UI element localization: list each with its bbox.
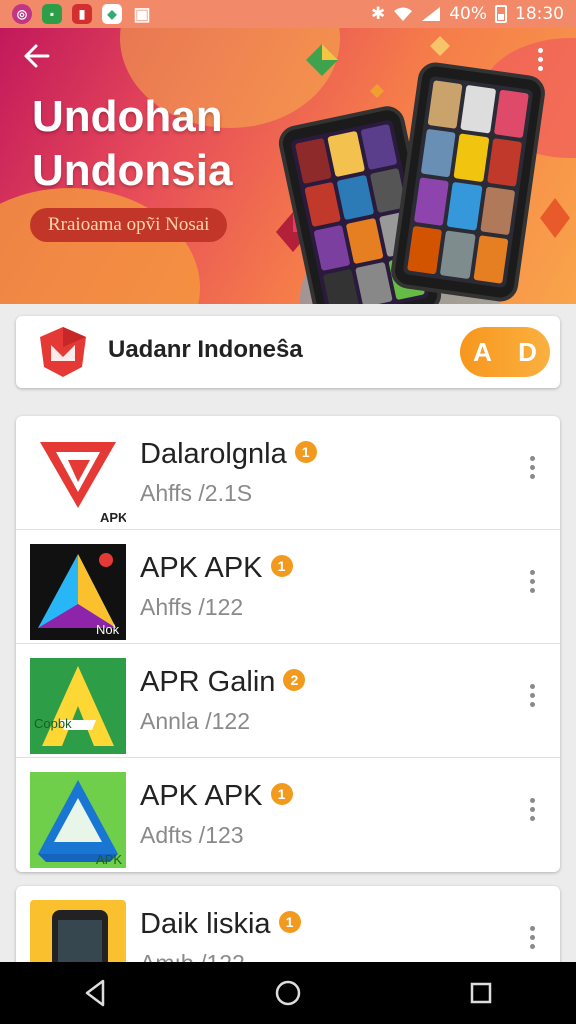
list-item-badge: 1 [270, 783, 293, 806]
list-item-subtitle: Ahffs /122 [140, 594, 244, 620]
item-overflow-menu-icon[interactable] [530, 798, 536, 825]
nav-home-icon[interactable] [274, 979, 302, 1007]
list-item[interactable]: Nok APK APK 1 Ahffs /122 [16, 530, 560, 644]
hero-title: Undohan Undonsia [32, 90, 232, 198]
phone-illustration [388, 60, 548, 304]
app-logo-icon [40, 327, 86, 377]
green-a-icon: Copbk [30, 658, 126, 754]
red-apk-icon: APK [40, 442, 126, 525]
blue-green-a-icon: APK [30, 772, 126, 868]
red-app-icon: ▮ [72, 4, 92, 24]
list-item-title-text: APR Galin [140, 666, 276, 698]
list-item-badge: 2 [283, 669, 306, 692]
gem-decoration-icon [540, 198, 570, 238]
list-item-title-text: APK APK [140, 552, 263, 584]
wifi-icon [394, 7, 413, 21]
hero-title-line2: Undonsia [32, 146, 233, 195]
list-item-title-text: Daik liskia [140, 908, 271, 940]
list-item-badge: 1 [270, 555, 293, 578]
nav-back-icon[interactable] [83, 979, 107, 1007]
hero-title-line1: Undohan [32, 92, 223, 141]
overflow-menu-icon[interactable] [538, 48, 544, 75]
gem-decoration-icon [306, 44, 338, 76]
item-overflow-menu-icon[interactable] [530, 570, 536, 597]
app-name: Uadanr Indoneŝa [108, 336, 303, 363]
bluetooth-icon: ✱ [370, 4, 386, 24]
status-bar: ◎ ▪ ▮ ◆ ▣ ✱ 40% 18:30 [0, 0, 576, 28]
gem-decoration-icon [370, 84, 384, 98]
battery-percent: 40% [449, 4, 487, 24]
ad-button[interactable]: A D [460, 327, 550, 377]
list-item-title: Dalarolgnla 1 [140, 438, 317, 471]
system-nav-bar [0, 962, 576, 1024]
gem-decoration-icon [430, 36, 450, 56]
ad-button-right-label: D [518, 336, 537, 367]
ad-button-left-label: A [473, 336, 492, 367]
list-item-subtitle: Ahffs /2.1S [140, 480, 253, 506]
row-icon-label: Nok [96, 622, 120, 637]
list-item-title-text: APK APK [140, 780, 263, 812]
notification-icons: ◎ ▪ ▮ ◆ ▣ [12, 4, 152, 24]
list-item-subtitle: Annla /122 [140, 708, 250, 734]
list-item-title: APR Galin 2 [140, 666, 306, 699]
instagram-icon: ◎ [12, 4, 32, 24]
battery-icon [495, 5, 507, 23]
green-app-icon: ▪ [42, 4, 62, 24]
status-icons: ✱ 40% 18:30 [371, 4, 564, 24]
list-item[interactable]: APK Dalarolgnla 1 Ahffs /2.1S [16, 416, 560, 530]
bag-icon: ▣ [133, 3, 151, 24]
item-overflow-menu-icon[interactable] [530, 684, 536, 711]
row-icon-label: APK [96, 852, 122, 867]
list-item-subtitle: Adfts /123 [140, 822, 244, 848]
list-item[interactable]: Copbk APR Galin 2 Annla /122 [16, 644, 560, 758]
hero-banner: Undohan Undonsia Rraioama opṽi Nosai [0, 28, 576, 304]
list-item-title: Daik liskia 1 [140, 908, 301, 941]
colorful-triangle-icon: Nok [30, 544, 126, 640]
list-item-badge: 1 [278, 911, 301, 934]
list-item-title: APK APK 1 [140, 552, 293, 585]
back-arrow-icon[interactable] [24, 44, 50, 74]
app-list: APK Dalarolgnla 1 Ahffs /2.1S Nok APK APK… [16, 416, 560, 872]
store-icon: ◆ [102, 4, 122, 24]
list-item-title-text: Dalarolgnla [140, 438, 287, 470]
clock: 18:30 [515, 4, 564, 24]
item-overflow-menu-icon[interactable] [530, 926, 536, 953]
hero-subtitle: Rraioama opṽi Nosai [30, 208, 228, 242]
list-item[interactable]: APK APK APK 1 Adfts /123 [16, 758, 560, 872]
row-icon-label: Copbk [34, 716, 72, 731]
nav-recents-icon[interactable] [469, 981, 493, 1005]
list-item-badge: 1 [294, 441, 317, 464]
signal-icon [422, 7, 441, 21]
row-icon-label: APK [100, 510, 126, 525]
list-item-title: APK APK 1 [140, 780, 293, 813]
item-overflow-menu-icon[interactable] [530, 456, 536, 483]
app-header-card[interactable]: Uadanr Indoneŝa A D [16, 316, 560, 388]
